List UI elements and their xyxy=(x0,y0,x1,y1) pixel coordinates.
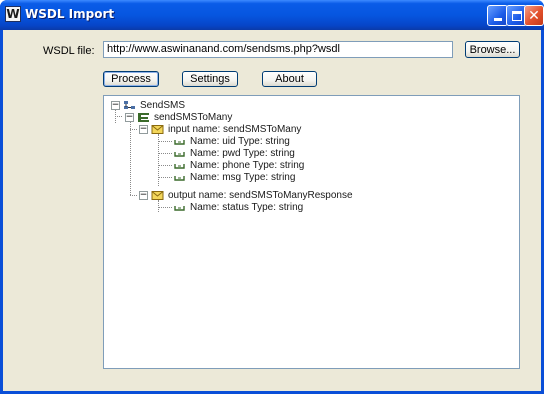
collapse-toggle[interactable]: − xyxy=(125,112,134,122)
settings-button[interactable]: Settings xyxy=(182,71,238,87)
tree-node-param[interactable]: Name: status Type: string xyxy=(158,201,303,213)
tree-node-input[interactable]: − input name: sendSMSToMany xyxy=(139,123,301,135)
minimize-button[interactable] xyxy=(487,5,508,26)
collapse-toggle[interactable]: − xyxy=(139,190,148,200)
title-bar[interactable]: W WSDL Import ✕ xyxy=(0,0,544,30)
minimize-icon xyxy=(493,18,502,21)
app-window: W WSDL Import ✕ WSDL file: http://www.as… xyxy=(0,0,544,394)
tree-node-label: Name: pwd Type: string xyxy=(190,147,295,159)
param-icon xyxy=(173,172,186,183)
tree-node-operation[interactable]: − sendSMSToMany xyxy=(125,111,232,123)
tree-node-output[interactable]: − output name: sendSMSToManyResponse xyxy=(139,189,353,201)
tree-connector xyxy=(158,206,172,208)
tree-node-label: Name: uid Type: string xyxy=(190,135,290,147)
wsdl-file-input[interactable]: http://www.aswinanand.com/sendsms.php?ws… xyxy=(103,41,453,58)
browse-button[interactable]: Browse... xyxy=(465,41,520,58)
tree-node-label: Name: status Type: string xyxy=(190,201,304,213)
tree-node-param[interactable]: Name: uid Type: string xyxy=(158,135,290,147)
tree-connector xyxy=(158,164,172,166)
tree-connector xyxy=(158,176,172,178)
close-icon: ✕ xyxy=(528,7,540,24)
maximize-icon xyxy=(511,10,522,21)
tree-node-param[interactable]: Name: pwd Type: string xyxy=(158,147,295,159)
tree-node-label: Name: phone Type: string xyxy=(190,159,305,171)
param-icon xyxy=(173,136,186,147)
window-title: WSDL Import xyxy=(25,7,115,21)
tree-connector xyxy=(130,120,131,195)
param-icon xyxy=(173,160,186,171)
tree-node-label: Name: msg Type: string xyxy=(190,171,296,183)
operation-icon xyxy=(137,112,150,123)
about-button[interactable]: About xyxy=(262,71,317,87)
tree-node-param[interactable]: Name: msg Type: string xyxy=(158,171,295,183)
param-icon xyxy=(173,148,186,159)
tree-node-param[interactable]: Name: phone Type: string xyxy=(158,159,304,171)
collapse-toggle[interactable]: − xyxy=(111,100,120,110)
collapse-toggle[interactable]: − xyxy=(139,124,148,134)
app-icon[interactable]: W xyxy=(5,6,21,22)
tree-connector xyxy=(130,129,137,130)
tree-node-label: SendSMS xyxy=(140,99,186,111)
tree-connector xyxy=(158,152,172,154)
process-button[interactable]: Process xyxy=(103,71,159,87)
tree-node-root[interactable]: − SendSMS xyxy=(111,99,185,111)
service-icon xyxy=(123,100,136,111)
close-button[interactable]: ✕ xyxy=(524,5,544,26)
tree-connector xyxy=(130,195,137,196)
tree-connector xyxy=(115,116,122,117)
tree-node-label: sendSMSToMany xyxy=(154,111,233,123)
param-icon xyxy=(173,202,186,213)
tree-connector xyxy=(158,140,172,142)
message-icon xyxy=(151,190,164,201)
tree-node-label: output name: sendSMSToManyResponse xyxy=(168,189,353,201)
tree-node-label: input name: sendSMSToMany xyxy=(168,123,302,135)
dialog-client-area: WSDL file: http://www.aswinanand.com/sen… xyxy=(3,30,541,391)
message-icon xyxy=(151,124,164,135)
wsdl-tree-view[interactable]: − SendSMS − sendSMSToMany − input name: … xyxy=(103,95,520,369)
wsdl-file-label: WSDL file: xyxy=(43,45,95,57)
